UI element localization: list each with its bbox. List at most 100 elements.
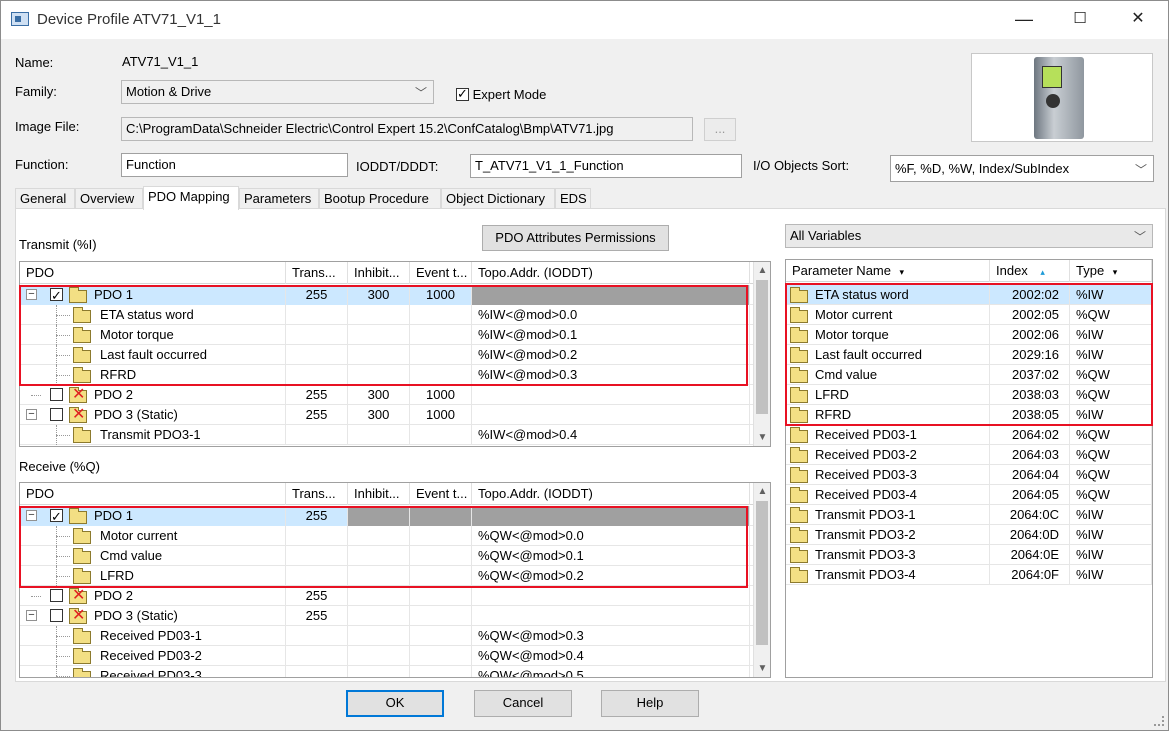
pdo-name-cell[interactable]: Received PD03-2: [20, 646, 286, 666]
param-name-cell[interactable]: LFRD: [786, 385, 990, 405]
help-button[interactable]: Help: [601, 690, 699, 717]
trans-cell[interactable]: [286, 546, 348, 566]
table-row[interactable]: Motor torque %IW<@mod>0.1: [20, 325, 753, 345]
scroll-up-icon[interactable]: ▲: [754, 483, 770, 500]
table-row[interactable]: Received PD03-2 %QW<@mod>0.4: [20, 646, 753, 666]
param-row[interactable]: Received PD03-1 2064:02 %QW: [786, 425, 1152, 445]
table-row[interactable]: Cmd value %QW<@mod>0.1: [20, 546, 753, 566]
table-row[interactable]: RFRD %IW<@mod>0.3: [20, 365, 753, 385]
param-name-cell[interactable]: Transmit PDO3-4: [786, 565, 990, 585]
inhibit-cell[interactable]: 300: [348, 405, 410, 425]
pdo-name-cell[interactable]: Motor torque: [20, 325, 286, 345]
pdo-name-cell[interactable]: RFRD: [20, 365, 286, 385]
family-combo[interactable]: Motion & Drive ﹀: [121, 80, 434, 104]
param-row[interactable]: Motor torque 2002:06 %IW: [786, 325, 1152, 345]
inhibit-cell[interactable]: [348, 626, 410, 646]
ok-button[interactable]: OK: [346, 690, 444, 717]
table-row[interactable]: Received PD03-3 %QW<@mod>0.5: [20, 666, 753, 677]
event-cell[interactable]: [410, 646, 472, 666]
inhibit-cell[interactable]: [348, 305, 410, 325]
column-header[interactable]: Type ▾: [1070, 260, 1152, 282]
table-row[interactable]: − PDO 1 255: [20, 506, 753, 526]
pdo-enable-checkbox[interactable]: [50, 589, 63, 602]
scroll-up-icon[interactable]: ▲: [754, 262, 770, 279]
trans-cell[interactable]: [286, 305, 348, 325]
pdo-attributes-permissions-button[interactable]: PDO Attributes Permissions: [482, 225, 669, 251]
tab-overview[interactable]: Overview: [75, 188, 143, 209]
parameter-table[interactable]: Parameter Name ▾ Index ▴ Type ▾ ETA status …: [785, 259, 1153, 678]
inhibit-cell[interactable]: [348, 345, 410, 365]
maximize-button[interactable]: ☐: [1057, 1, 1103, 37]
table-row[interactable]: − ✕ PDO 3 (Static) 255: [20, 606, 753, 626]
param-name-cell[interactable]: ETA status word: [786, 285, 990, 305]
tree-expander-icon[interactable]: −: [26, 289, 37, 300]
table-row[interactable]: Received PD03-1 %QW<@mod>0.3: [20, 626, 753, 646]
param-row[interactable]: ETA status word 2002:02 %IW: [786, 285, 1152, 305]
function-field[interactable]: Function: [121, 153, 348, 177]
tab-eds[interactable]: EDS: [555, 188, 591, 209]
param-name-cell[interactable]: RFRD: [786, 405, 990, 425]
param-name-cell[interactable]: Transmit PDO3-1: [786, 505, 990, 525]
event-cell[interactable]: [410, 566, 472, 586]
inhibit-cell[interactable]: [348, 526, 410, 546]
inhibit-cell[interactable]: [348, 606, 410, 626]
pdo-enable-checkbox[interactable]: [50, 609, 63, 622]
param-name-cell[interactable]: Received PD03-2: [786, 445, 990, 465]
pdo-enable-checkbox[interactable]: [50, 507, 63, 526]
pdo-name-cell[interactable]: − ✕ PDO 3 (Static): [20, 606, 286, 626]
tab-general[interactable]: General: [15, 188, 75, 209]
pdo-name-cell[interactable]: ✕ PDO 2: [20, 586, 286, 606]
tree-expander-icon[interactable]: −: [26, 510, 37, 521]
trans-cell[interactable]: [286, 425, 348, 445]
event-cell[interactable]: [410, 586, 472, 606]
transmit-pdo-table[interactable]: PDO Trans... Inhibit... Event t... Topo.Addr…: [19, 261, 771, 447]
ioddt-field[interactable]: T_ATV71_V1_1_Function: [470, 154, 742, 178]
trans-cell[interactable]: 255: [286, 586, 348, 606]
param-row[interactable]: Transmit PDO3-4 2064:0F %IW: [786, 565, 1152, 585]
tab-parameters[interactable]: Parameters: [239, 188, 319, 209]
event-cell[interactable]: 1000: [410, 285, 472, 305]
event-cell[interactable]: [410, 305, 472, 325]
column-header[interactable]: Parameter Name ▾: [786, 260, 990, 282]
pdo-enable-checkbox[interactable]: [50, 408, 63, 421]
image-file-field[interactable]: C:\ProgramData\Schneider Electric\Contro…: [121, 117, 693, 141]
param-name-cell[interactable]: Last fault occurred: [786, 345, 990, 365]
trans-cell[interactable]: [286, 365, 348, 385]
inhibit-cell[interactable]: 300: [348, 285, 410, 305]
param-name-cell[interactable]: Received PD03-4: [786, 485, 990, 505]
param-row[interactable]: RFRD 2038:05 %IW: [786, 405, 1152, 425]
param-row[interactable]: Last fault occurred 2029:16 %IW: [786, 345, 1152, 365]
inhibit-cell[interactable]: [348, 666, 410, 677]
pdo-name-cell[interactable]: Received PD03-1: [20, 626, 286, 646]
browse-button[interactable]: ...: [704, 118, 736, 141]
event-cell[interactable]: [410, 365, 472, 385]
tab-object-dictionary[interactable]: Object Dictionary: [441, 188, 555, 209]
pdo-name-cell[interactable]: Transmit PDO3-1: [20, 425, 286, 445]
trans-cell[interactable]: [286, 646, 348, 666]
close-button[interactable]: ✕: [1115, 1, 1161, 37]
column-header[interactable]: Inhibit...: [348, 262, 410, 284]
column-header[interactable]: Index ▴: [990, 260, 1070, 282]
inhibit-cell[interactable]: [348, 425, 410, 445]
param-row[interactable]: Transmit PDO3-2 2064:0D %IW: [786, 525, 1152, 545]
pdo-name-cell[interactable]: − PDO 1: [20, 506, 286, 526]
inhibit-cell[interactable]: [348, 325, 410, 345]
pdo-name-cell[interactable]: Received PD03-3: [20, 666, 286, 677]
pdo-name-cell[interactable]: ✕ PDO 2: [20, 385, 286, 405]
pdo-name-cell[interactable]: Last fault occurred: [20, 345, 286, 365]
event-cell[interactable]: [410, 546, 472, 566]
table-row[interactable]: ETA status word %IW<@mod>0.0: [20, 305, 753, 325]
trans-cell[interactable]: [286, 566, 348, 586]
param-row[interactable]: Transmit PDO3-3 2064:0E %IW: [786, 545, 1152, 565]
vertical-scrollbar[interactable]: ▲ ▼: [753, 262, 770, 446]
minimize-button[interactable]: —: [1001, 1, 1047, 37]
inhibit-cell[interactable]: 300: [348, 385, 410, 405]
pdo-enable-checkbox[interactable]: [50, 286, 63, 305]
trans-cell[interactable]: 255: [286, 506, 348, 526]
trans-cell[interactable]: [286, 345, 348, 365]
param-name-cell[interactable]: Motor current: [786, 305, 990, 325]
param-row[interactable]: Received PD03-3 2064:04 %QW: [786, 465, 1152, 485]
tree-expander-icon[interactable]: −: [26, 610, 37, 621]
pdo-name-cell[interactable]: − ✕ PDO 3 (Static): [20, 405, 286, 425]
table-row[interactable]: − PDO 1 2553001000: [20, 285, 753, 305]
